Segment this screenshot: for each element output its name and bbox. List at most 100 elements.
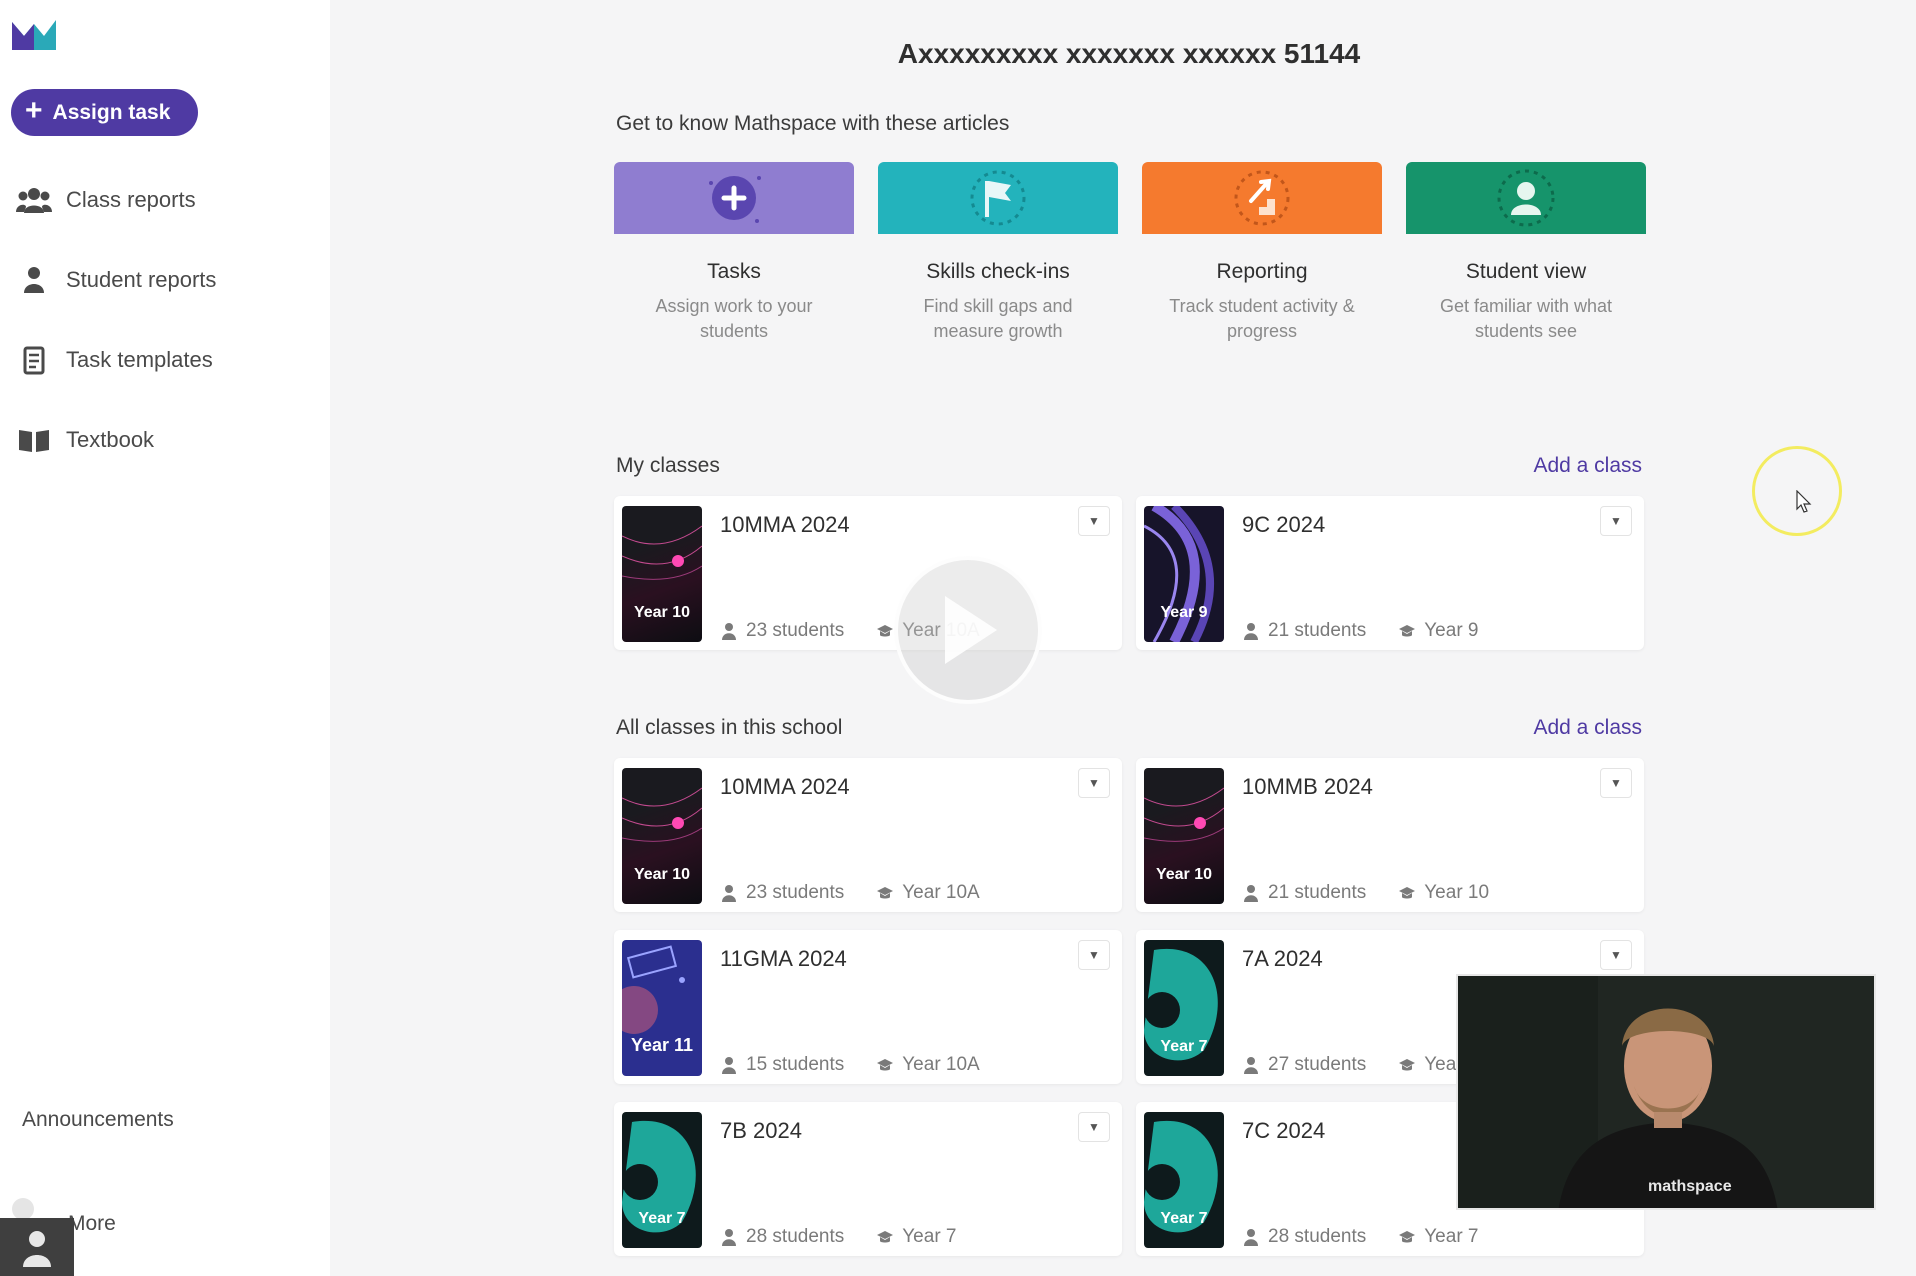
class-name: 7C 2024 xyxy=(1242,1118,1326,1143)
article-card-tasks[interactable]: Tasks Assign work to your students xyxy=(614,162,854,344)
class-year: Year 10A xyxy=(902,882,980,903)
article-description: Assign work to your students xyxy=(655,296,813,341)
class-year: Yea xyxy=(1424,1054,1457,1075)
class-meta: 27 students Yea xyxy=(1242,1054,1456,1076)
person-icon xyxy=(1244,623,1258,640)
announcements-link[interactable]: Announcements xyxy=(22,1108,174,1132)
student-count: 21 students xyxy=(1268,620,1367,641)
video-play-button[interactable] xyxy=(894,556,1042,704)
all-classes-heading: All classes in this school xyxy=(616,716,843,739)
student-count: 28 students xyxy=(746,1226,845,1247)
student-count: 28 students xyxy=(1268,1226,1367,1247)
class-meta: 28 students Year 7 xyxy=(1242,1226,1479,1248)
textbook-cover: Year 10 xyxy=(622,506,702,642)
class-card-9c-2024[interactable]: Year 9 9C 2024 ▼ 21 students Year 9 xyxy=(1136,496,1644,650)
cover-year-label: Year 11 xyxy=(630,1035,694,1055)
class-year: Year 10A xyxy=(902,1054,980,1075)
more-link[interactable]: More xyxy=(68,1212,116,1236)
article-description: Find skill gaps and measure growth xyxy=(923,296,1073,341)
class-card-10mma-2024[interactable]: Year 10 10MMA 2024 ▼ 23 students Year 10… xyxy=(614,496,1122,650)
textbook-cover: Year 11 xyxy=(622,940,702,1076)
cover-year-label: Year 7 xyxy=(1160,1038,1208,1055)
article-card-student-view[interactable]: Student view Get familiar with what stud… xyxy=(1406,162,1646,344)
article-card-reporting[interactable]: Reporting Track student activity & progr… xyxy=(1142,162,1382,344)
article-title: Student view xyxy=(1465,260,1587,283)
class-card-10mma-2024[interactable]: Year 10 10MMA 2024 ▼ 23 students Year 10… xyxy=(614,758,1122,912)
class-menu-dropdown[interactable]: ▼ xyxy=(1078,1112,1110,1142)
person-icon xyxy=(1244,1057,1258,1074)
class-meta: 21 students Year 9 xyxy=(1242,620,1479,642)
play-icon xyxy=(945,596,997,664)
shirt-logo-text: mathspace xyxy=(1648,1178,1732,1195)
article-title: Skills check-ins xyxy=(926,260,1070,283)
cover-year-label: Year 7 xyxy=(1160,1210,1208,1227)
cover-year-label: Year 10 xyxy=(1155,866,1213,883)
sidebar: + Assign task Class reports Student repo… xyxy=(0,0,330,1276)
student-icon xyxy=(1497,169,1555,227)
student-count: 23 students xyxy=(746,882,845,903)
class-menu-dropdown[interactable]: ▼ xyxy=(1600,768,1632,798)
sidebar-item-task-templates[interactable]: Task templates xyxy=(16,340,213,380)
class-menu-dropdown[interactable]: ▼ xyxy=(1600,940,1632,970)
class-meta: 23 students Year 10A xyxy=(720,882,980,904)
class-card-7b-2024[interactable]: Year 7 7B 2024 ▼ 28 students Year 7 xyxy=(614,1102,1122,1256)
graduation-cap-icon xyxy=(877,887,894,899)
assign-task-button[interactable]: + Assign task xyxy=(11,89,198,136)
add-class-link[interactable]: Add a class xyxy=(1533,454,1642,478)
class-menu-dropdown[interactable]: ▼ xyxy=(1078,768,1110,798)
graduation-cap-icon xyxy=(1399,1059,1416,1071)
class-card-11gma-2024[interactable]: Year 11 11GMA 2024 ▼ 15 students Year 10… xyxy=(614,930,1122,1084)
graduation-cap-icon xyxy=(1399,625,1416,637)
student-count: 15 students xyxy=(746,1054,845,1075)
chevron-down-icon: ▼ xyxy=(1088,776,1100,790)
my-classes-heading: My classes xyxy=(616,454,720,477)
person-icon xyxy=(722,885,736,902)
sidebar-item-label: Class reports xyxy=(66,187,196,212)
chevron-down-icon: ▼ xyxy=(1610,776,1622,790)
sidebar-item-textbook[interactable]: Textbook xyxy=(16,420,154,460)
person-icon xyxy=(722,1057,736,1074)
presenter-video xyxy=(1458,976,1874,1208)
chevron-down-icon: ▼ xyxy=(1088,514,1100,528)
group-icon xyxy=(16,188,52,213)
class-menu-dropdown[interactable]: ▼ xyxy=(1078,940,1110,970)
person-icon xyxy=(722,1229,736,1246)
class-card-10mmb-2024[interactable]: Year 10 10MMB 2024 ▼ 21 students Year 10 xyxy=(1136,758,1644,912)
graduation-cap-icon xyxy=(877,625,894,637)
person-icon xyxy=(1244,1229,1258,1246)
class-name: 7A 2024 xyxy=(1242,946,1323,971)
assign-task-label: Assign task xyxy=(52,100,171,124)
textbook-cover: Year 7 xyxy=(1144,1112,1224,1248)
add-class-link[interactable]: Add a class xyxy=(1533,716,1642,740)
class-menu-dropdown[interactable]: ▼ xyxy=(1600,506,1632,536)
article-description: Get familiar with what students see xyxy=(1439,296,1613,341)
person-icon xyxy=(722,623,736,640)
webcam-overlay: mathspace xyxy=(1456,974,1876,1210)
mathspace-logo[interactable] xyxy=(10,16,58,54)
class-year: Year 10 xyxy=(1424,882,1490,903)
cover-year-label: Year 10 xyxy=(633,604,691,621)
textbook-cover: Year 9 xyxy=(1144,506,1224,642)
class-name: 11GMA 2024 xyxy=(720,946,847,971)
graduation-cap-icon xyxy=(877,1231,894,1243)
article-banner xyxy=(1142,162,1382,234)
class-meta: 15 students Year 10A xyxy=(720,1054,980,1076)
student-count: 23 students xyxy=(746,620,845,641)
flag-icon xyxy=(970,170,1026,226)
plus-icon: + xyxy=(25,94,43,127)
article-banner xyxy=(614,162,854,234)
sidebar-item-student-reports[interactable]: Student reports xyxy=(16,260,216,300)
stairs-arrow-icon xyxy=(1234,170,1290,226)
textbook-cover: Year 7 xyxy=(1144,940,1224,1076)
cover-year-label: Year 10 xyxy=(633,866,691,883)
avatar[interactable] xyxy=(0,1218,74,1276)
page-title: Axxxxxxxxx xxxxxxx xxxxxx 51144 xyxy=(897,38,1361,69)
article-card-skills-check-ins[interactable]: Skills check-ins Find skill gaps and mea… xyxy=(878,162,1118,344)
class-name: 9C 2024 xyxy=(1242,512,1326,537)
class-menu-dropdown[interactable]: ▼ xyxy=(1078,506,1110,536)
article-title: Reporting xyxy=(1216,260,1308,283)
article-banner xyxy=(878,162,1118,234)
graduation-cap-icon xyxy=(877,1059,894,1071)
sidebar-item-label: Task templates xyxy=(66,347,213,372)
sidebar-item-class-reports[interactable]: Class reports xyxy=(16,180,196,220)
